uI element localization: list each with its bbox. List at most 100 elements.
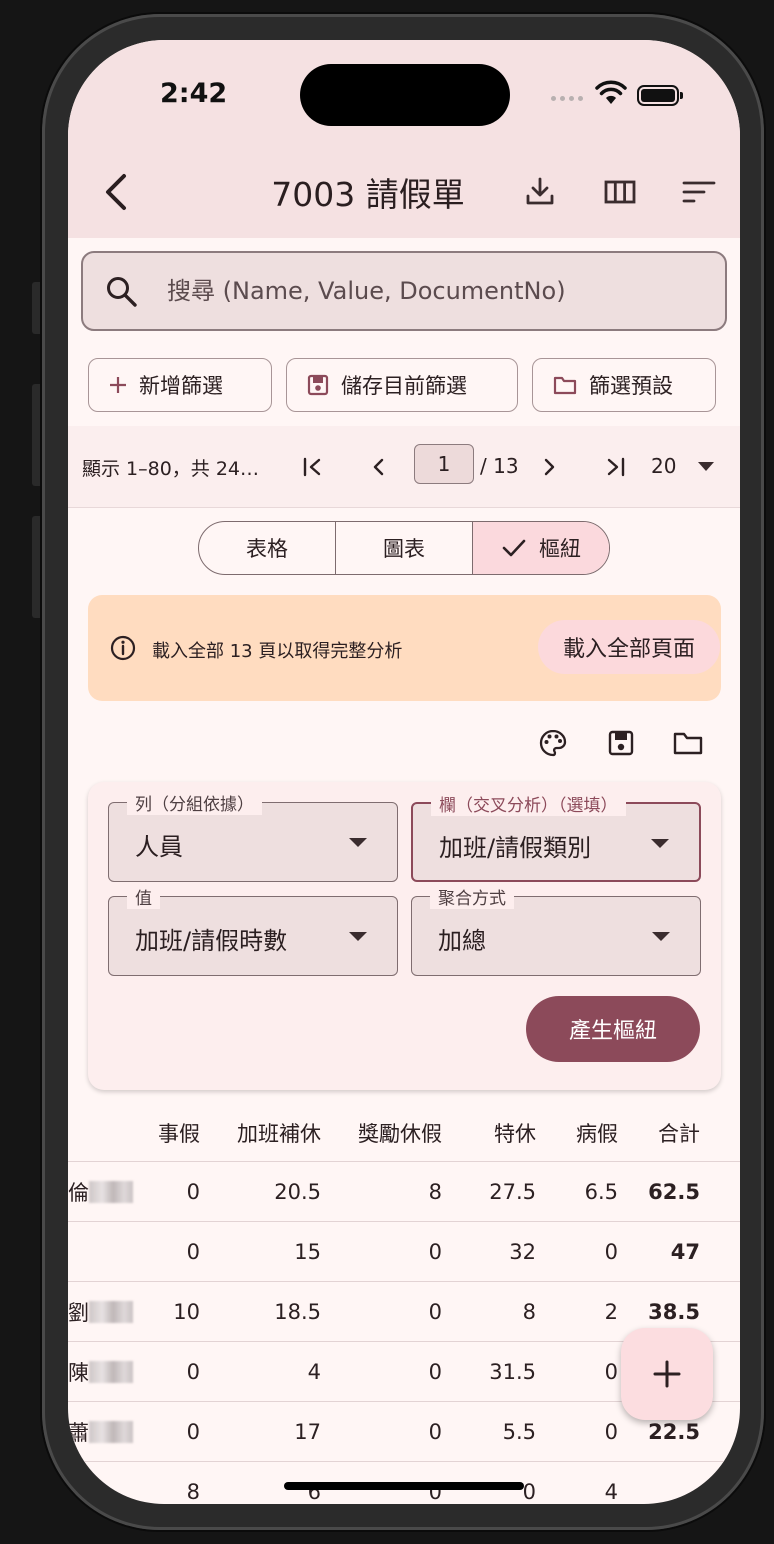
next-page-icon[interactable] bbox=[540, 457, 558, 477]
values-select[interactable]: 值 加班/請假時數 bbox=[108, 884, 398, 976]
last-page-icon[interactable] bbox=[604, 457, 626, 477]
redacted-name bbox=[89, 1361, 133, 1383]
table-cell: 0 bbox=[186, 1420, 200, 1444]
column-header[interactable]: 合計 bbox=[658, 1118, 700, 1148]
rows-select[interactable]: 列（分組依據） 人員 bbox=[108, 790, 398, 882]
load-all-pages-button[interactable]: 載入全部頁面 bbox=[538, 620, 720, 674]
table-cell: 2 bbox=[604, 1300, 618, 1324]
dropdown-arrow-icon bbox=[651, 839, 669, 848]
table-cell: 27.5 bbox=[489, 1180, 536, 1204]
table-cell: 8 bbox=[186, 1480, 200, 1504]
table-cell: 0 bbox=[428, 1300, 442, 1324]
table-cell: 0 bbox=[428, 1240, 442, 1264]
search-input[interactable] bbox=[167, 271, 707, 311]
save-icon[interactable] bbox=[606, 728, 636, 758]
table-cell: 31.5 bbox=[489, 1360, 536, 1384]
folder-icon bbox=[553, 375, 577, 395]
sort-icon[interactable] bbox=[682, 176, 716, 208]
app-bar: 2:42 7003 請假單 bbox=[68, 40, 740, 238]
redacted-name bbox=[89, 1421, 133, 1443]
save-icon bbox=[307, 374, 329, 396]
page-size-select[interactable]: 20 bbox=[651, 454, 676, 478]
tab-pivot[interactable]: 樞紐 bbox=[473, 522, 609, 574]
table-cell: 0 bbox=[186, 1240, 200, 1264]
person-name-text: 倫 bbox=[68, 1181, 89, 1205]
row-total: 22.5 bbox=[648, 1420, 700, 1444]
save-filter-button[interactable]: 儲存目前篩選 bbox=[286, 358, 518, 412]
table-cell: 6.5 bbox=[584, 1180, 618, 1204]
dropdown-arrow-icon bbox=[349, 932, 367, 941]
view-toggle: 表格 圖表 樞紐 bbox=[198, 521, 610, 575]
pagination-info: 顯示 1–80，共 24… bbox=[82, 458, 260, 480]
table-row[interactable]: 0 15 0 32 0 47 bbox=[68, 1222, 740, 1282]
check-icon bbox=[502, 539, 526, 557]
table-cell: 20.5 bbox=[274, 1180, 321, 1204]
dropdown-arrow-icon bbox=[652, 932, 670, 941]
info-icon bbox=[110, 635, 136, 661]
battery-icon bbox=[637, 85, 683, 106]
row-total: 47 bbox=[670, 1240, 700, 1264]
columns-select[interactable]: 欄（交叉分析）（選填） 加班/請假類別 bbox=[411, 791, 701, 882]
folder-icon[interactable] bbox=[672, 728, 704, 758]
first-page-icon[interactable] bbox=[302, 457, 324, 477]
table-cell: 0 bbox=[186, 1360, 200, 1384]
redacted-name bbox=[89, 1301, 133, 1323]
dropdown-arrow-icon bbox=[349, 838, 367, 847]
previous-page-icon[interactable] bbox=[370, 457, 388, 477]
tab-table[interactable]: 表格 bbox=[199, 522, 336, 574]
download-icon[interactable] bbox=[524, 176, 556, 208]
table-cell: 15 bbox=[294, 1240, 321, 1264]
rows-select-label: 列（分組依據） bbox=[127, 790, 262, 815]
person-name: 劉 bbox=[68, 1300, 133, 1325]
columns-select-value: 加班/請假類別 bbox=[439, 834, 592, 862]
table-cell: 32 bbox=[509, 1240, 536, 1264]
plus-icon bbox=[109, 376, 127, 394]
aggregation-select[interactable]: 聚合方式 加總 bbox=[411, 884, 701, 976]
info-banner: 載入全部 13 頁以取得完整分析 載入全部頁面 bbox=[88, 595, 721, 701]
add-filter-button[interactable]: 新增篩選 bbox=[88, 358, 272, 412]
values-select-value: 加班/請假時數 bbox=[135, 927, 288, 955]
column-header[interactable]: 事假 bbox=[158, 1118, 200, 1148]
home-indicator bbox=[284, 1482, 524, 1490]
signal-icon bbox=[551, 96, 583, 101]
pivot-config-card: 列（分組依據） 人員 欄（交叉分析）（選填） 加班/請假類別 值 加班/請假時數… bbox=[88, 782, 721, 1090]
rows-select-value: 人員 bbox=[135, 833, 183, 861]
add-filter-label: 新增篩選 bbox=[139, 374, 223, 398]
person-name: 陳 bbox=[68, 1360, 133, 1385]
columns-select-label: 欄（交叉分析）（選填） bbox=[431, 791, 626, 816]
values-select-label: 值 bbox=[127, 884, 160, 909]
table-cell: 4 bbox=[604, 1480, 618, 1504]
filter-presets-button[interactable]: 篩選預設 bbox=[532, 358, 716, 412]
chevron-left-icon[interactable] bbox=[98, 170, 138, 214]
column-header[interactable]: 病假 bbox=[576, 1118, 618, 1148]
table-cell: 0 bbox=[428, 1360, 442, 1384]
plus-icon bbox=[653, 1360, 681, 1388]
person-name: 蕭 bbox=[68, 1420, 133, 1445]
status-time: 2:42 bbox=[160, 78, 228, 109]
search-bar[interactable] bbox=[81, 251, 727, 331]
table-cell: 4 bbox=[307, 1360, 321, 1384]
page-number-input[interactable] bbox=[414, 444, 474, 484]
column-header[interactable]: 獎勵休假 bbox=[358, 1118, 442, 1148]
table-header: 事假 加班補休 獎勵休假 特休 病假 合計 bbox=[68, 1102, 740, 1162]
table-row[interactable]: 倫 0 20.5 8 27.5 6.5 62.5 bbox=[68, 1162, 740, 1222]
aggregation-select-value: 加總 bbox=[438, 927, 486, 955]
tab-pivot-label: 樞紐 bbox=[539, 537, 581, 561]
person-name: 倫 bbox=[68, 1180, 133, 1205]
person-name-text: 蕭 bbox=[68, 1421, 89, 1445]
chevron-down-icon[interactable] bbox=[698, 462, 714, 471]
add-fab-button[interactable] bbox=[621, 1328, 713, 1420]
palette-icon[interactable] bbox=[538, 728, 568, 758]
table-cell: 0 bbox=[522, 1480, 536, 1504]
redacted-name bbox=[89, 1181, 133, 1203]
columns-icon[interactable] bbox=[604, 176, 636, 208]
table-cell: 18.5 bbox=[274, 1300, 321, 1324]
tab-chart[interactable]: 圖表 bbox=[336, 522, 473, 574]
column-header[interactable]: 特休 bbox=[494, 1118, 536, 1148]
generate-pivot-button[interactable]: 產生樞紐 bbox=[526, 996, 700, 1062]
dynamic-island bbox=[300, 64, 510, 126]
column-header[interactable]: 加班補休 bbox=[237, 1118, 321, 1148]
table-cell: 5.5 bbox=[502, 1420, 536, 1444]
save-filter-label: 儲存目前篩選 bbox=[341, 374, 467, 398]
table-cell: 0 bbox=[186, 1180, 200, 1204]
